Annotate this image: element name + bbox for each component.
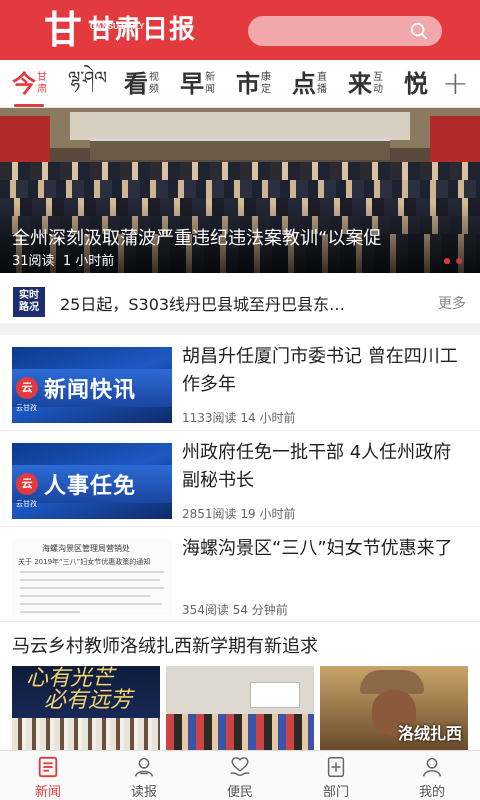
tab-jin-ganzi[interactable]: 今 甘肃 (12, 66, 47, 102)
hero-meta: 31阅读 1 小时前 (12, 254, 115, 269)
live-traffic-badge: 实时 路况 (13, 287, 45, 317)
channel-tabs: 今 甘肃 ལྷ་ཤེལ 看 视频 早 新闻 市 康定 点 直播 来 互动 悦 + (0, 60, 480, 108)
nav-profile[interactable]: 我的 (384, 751, 480, 800)
news-thumbnail: 新闻快讯 云 云甘孜 (12, 347, 172, 423)
logo-mark: 甘 (44, 7, 83, 52)
carousel-dot-active[interactable] (444, 258, 450, 264)
department-icon (327, 757, 345, 777)
live-traffic-text[interactable]: 25日起，S303线丹巴县城至丹巴县东… (60, 291, 410, 315)
more-link[interactable]: 更多 (438, 293, 466, 313)
news-title: 海螺沟景区“三八”妇女节优惠来了 (182, 538, 453, 559)
yun-ganzi-logo: 云 (16, 377, 38, 399)
feature-image[interactable] (166, 666, 314, 750)
feature-image[interactable]: 心有光芒 必有远芳 (12, 666, 160, 750)
news-meta: 2851阅读 19 小时前 (182, 507, 296, 521)
search-input[interactable] (248, 16, 442, 46)
tab-morning-news[interactable]: 早 新闻 (180, 66, 215, 102)
news-item[interactable]: 海螺沟景区管理局营销处 关于 2019年“三八”妇女节优惠政策的通知 海螺沟景区… (0, 527, 480, 622)
tab-interactive[interactable]: 来 互动 (348, 66, 383, 102)
news-title: 州政府任免一批干部 4人任州政府副秘书长 (182, 442, 452, 491)
logo-subtitle: GANSU DAILY (90, 22, 145, 31)
nav-read-paper[interactable]: 读报 (96, 751, 192, 800)
featured-story[interactable]: 马云乡村教师洛绒扎西新学期有新追求 心有光芒 必有远芳 洛绒扎西 (0, 622, 480, 750)
hero-title[interactable]: 全州深刻汲取蒲波严重违纪违法案教训“以案促 (12, 224, 462, 250)
news-item[interactable]: 新闻快讯 云 云甘孜 胡昌升任厦门市委书记 曾在四川工作多年 1133阅读 14… (0, 335, 480, 431)
feature-title[interactable]: 马云乡村教师洛绒扎西新学期有新追求 (12, 632, 318, 658)
tab-live[interactable]: 点 直播 (292, 66, 327, 102)
tab-kangding[interactable]: 市 康定 (236, 66, 271, 102)
logo-text: GANSU DAILY 甘肃日报 (88, 10, 196, 50)
read-paper-icon (134, 757, 154, 777)
news-item[interactable]: 人事任免 云 云甘孜 州政府任免一批干部 4人任州政府副秘书长 2851阅读 1… (0, 431, 480, 527)
news-meta: 354阅读 54 分钟前 (182, 603, 288, 617)
profile-icon (422, 757, 442, 777)
news-thumbnail: 人事任免 云 云甘孜 (12, 443, 172, 519)
tab-video[interactable]: 看 视频 (124, 66, 159, 102)
tab-yue[interactable]: 悦 (404, 66, 428, 102)
bottom-nav: 新闻 读报 便民 部门 我的 (0, 750, 480, 800)
nav-department[interactable]: 部门 (288, 751, 384, 800)
live-traffic-bar[interactable]: 实时 路况 25日起，S303线丹巴县城至丹巴县东… 更多 (0, 273, 480, 329)
tab-tibetan[interactable]: ལྷ་ཤེལ (68, 66, 107, 102)
news-meta: 1133阅读 14 小时前 (182, 411, 296, 425)
news-title: 胡昌升任厦门市委书记 曾在四川工作多年 (182, 346, 458, 395)
app-logo[interactable]: 甘 GANSU DAILY 甘肃日报 (44, 10, 196, 50)
app-header: 甘 GANSU DAILY 甘肃日报 (0, 0, 480, 60)
news-thumbnail: 海螺沟景区管理局营销处 关于 2019年“三八”妇女节优惠政策的通知 (12, 539, 172, 615)
add-channel-icon[interactable]: + (442, 67, 469, 99)
nav-service[interactable]: 便民 (192, 751, 288, 800)
service-icon (230, 757, 250, 777)
hero-carousel[interactable]: 全州深刻汲取蒲波严重违纪违法案教训“以案促 31阅读 1 小时前 (0, 108, 480, 273)
carousel-dots (444, 258, 462, 264)
feature-image[interactable]: 洛绒扎西 (320, 666, 468, 750)
active-tab-indicator (14, 104, 44, 107)
carousel-dot[interactable] (456, 258, 462, 264)
yun-ganzi-logo: 云 (16, 473, 38, 495)
news-icon (38, 756, 58, 778)
search-icon[interactable] (410, 22, 428, 40)
nav-news[interactable]: 新闻 (0, 751, 96, 800)
